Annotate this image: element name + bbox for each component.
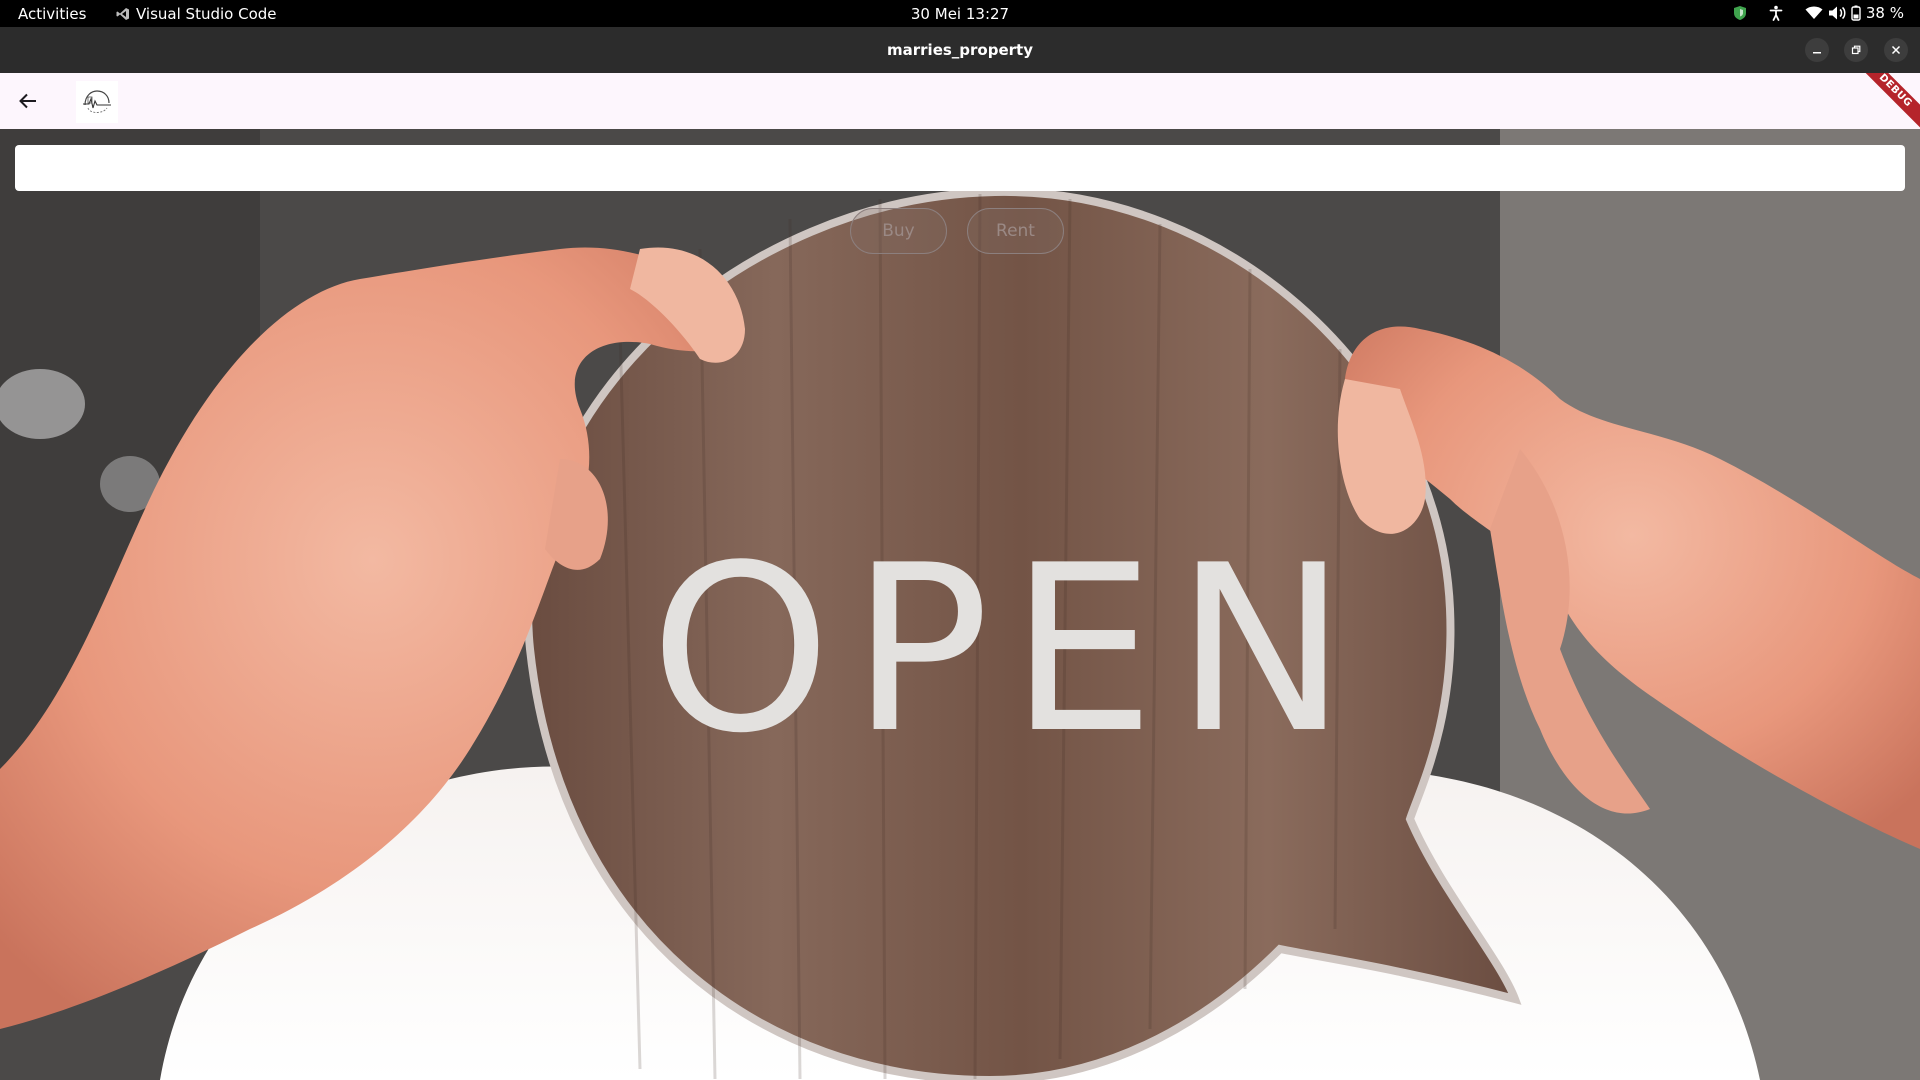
listing-type-filter: Buy Rent bbox=[850, 208, 1064, 254]
arrow-left-icon bbox=[19, 93, 36, 109]
window-title: marries_property bbox=[887, 41, 1033, 59]
hero-background-image: OPEN bbox=[0, 129, 1920, 1080]
system-top-bar: Activities Visual Studio Code 30 Mei 13:… bbox=[0, 0, 1920, 27]
system-tray[interactable]: 38 % bbox=[1733, 4, 1904, 22]
minimize-button[interactable] bbox=[1805, 38, 1829, 62]
back-button[interactable] bbox=[8, 77, 48, 125]
maximize-icon bbox=[1851, 45, 1861, 55]
accessibility-icon[interactable] bbox=[1769, 5, 1783, 21]
wifi-icon[interactable] bbox=[1805, 6, 1823, 20]
brand-logo-icon bbox=[83, 90, 111, 113]
open-sign-photo: OPEN bbox=[0, 129, 1920, 1080]
volume-icon[interactable] bbox=[1828, 5, 1846, 21]
activities-button[interactable]: Activities bbox=[18, 5, 86, 23]
battery-percent: 38 % bbox=[1865, 4, 1904, 22]
app-logo bbox=[76, 81, 118, 123]
clock[interactable]: 30 Mei 13:27 bbox=[911, 5, 1009, 23]
minimize-icon bbox=[1813, 52, 1821, 54]
app-window-content: DEBUG OPEN Buy Rent bbox=[0, 73, 1920, 1080]
search-input[interactable] bbox=[15, 145, 1905, 191]
close-icon bbox=[1891, 45, 1901, 55]
vscode-icon bbox=[116, 8, 129, 20]
maximize-button[interactable] bbox=[1844, 38, 1868, 62]
buy-chip[interactable]: Buy bbox=[850, 208, 947, 254]
window-title-bar[interactable]: marries_property bbox=[0, 27, 1920, 73]
battery-icon[interactable] bbox=[1851, 5, 1861, 21]
close-button[interactable] bbox=[1884, 38, 1908, 62]
shield-icon[interactable] bbox=[1733, 5, 1747, 21]
sign-text: OPEN bbox=[650, 517, 1367, 784]
app-name: Visual Studio Code bbox=[136, 5, 277, 23]
app-bar bbox=[0, 73, 1920, 129]
rent-chip[interactable]: Rent bbox=[967, 208, 1064, 254]
app-menu[interactable]: Visual Studio Code bbox=[116, 5, 277, 23]
